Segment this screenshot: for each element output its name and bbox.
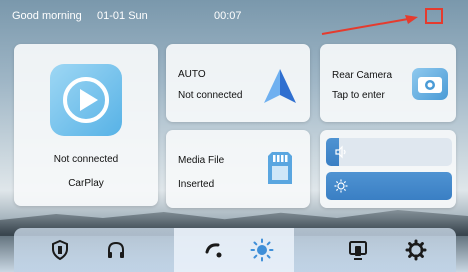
sd-card-icon: [266, 150, 294, 186]
rear-camera-card[interactable]: Rear Camera Tap to enter: [320, 44, 456, 122]
screen-mirror-icon[interactable]: [346, 238, 370, 262]
clock: 00:07: [214, 10, 242, 22]
dock-center-highlight: [174, 228, 294, 272]
brightness-slider[interactable]: [326, 172, 452, 200]
annotation-arrow: [321, 15, 418, 35]
carplay-status: Not connected: [53, 154, 119, 165]
arc-icon[interactable]: [202, 238, 226, 262]
shield-icon[interactable]: [48, 238, 72, 262]
bottom-dock: [14, 228, 456, 272]
brightness-icon: [334, 179, 348, 193]
android-auto-icon: [260, 66, 300, 106]
carplay-card[interactable]: Not connected CarPlay: [14, 44, 158, 206]
quick-sliders-card: [320, 130, 456, 208]
rear-camera-action: Tap to enter: [332, 90, 385, 101]
carplay-label: CarPlay: [68, 178, 104, 189]
sun-icon[interactable]: [250, 238, 274, 262]
media-file-status: Inserted: [178, 179, 215, 190]
auto-label: AUTO: [178, 69, 206, 80]
rear-camera-label: Rear Camera: [332, 70, 393, 81]
volume-slider[interactable]: [326, 138, 452, 166]
media-file-label: Media File: [178, 155, 225, 166]
greeting-text: Good morning: [12, 10, 82, 22]
android-auto-card[interactable]: AUTO Not connected: [166, 44, 310, 122]
date-text: 01-01 Sun: [97, 10, 148, 22]
auto-status: Not connected: [178, 90, 243, 101]
headphones-icon[interactable]: [104, 238, 128, 262]
carplay-icon: [50, 64, 122, 136]
media-file-card[interactable]: Media File Inserted: [166, 130, 310, 208]
highlight-box[interactable]: [425, 8, 443, 24]
camera-icon: [412, 68, 448, 100]
volume-icon: [334, 145, 348, 159]
settings-gear-icon[interactable]: [404, 238, 428, 262]
